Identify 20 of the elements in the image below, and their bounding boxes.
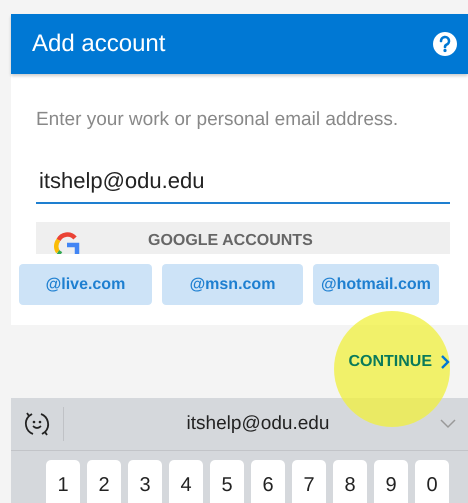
keyboard-suggestion[interactable]: itshelp@odu.edu (186, 413, 330, 435)
keyboard-key[interactable]: 0 (415, 460, 449, 503)
keyboard-key[interactable]: 9 (374, 460, 408, 503)
keyboard-key[interactable]: 2 (87, 460, 121, 503)
emoji-refresh-icon[interactable] (23, 410, 51, 438)
keyboard-key[interactable]: 4 (169, 460, 203, 503)
keyboard-key[interactable]: 7 (292, 460, 326, 503)
keyboard-key[interactable]: 1 (46, 460, 80, 503)
keyboard-key[interactable]: 6 (251, 460, 285, 503)
help-icon[interactable] (432, 31, 458, 57)
email-field[interactable]: itshelp@odu.edu (36, 168, 450, 204)
keyboard-key[interactable]: 8 (333, 460, 367, 503)
continue-button[interactable]: CONTINUE (348, 352, 450, 370)
google-g-icon (54, 232, 80, 254)
keyboard-key[interactable]: 5 (210, 460, 244, 503)
keyboard-key[interactable]: 3 (128, 460, 162, 503)
instruction-text: Enter your work or personal email address. (36, 108, 400, 132)
chevron-icon (440, 354, 450, 370)
header-title: Add account (32, 30, 166, 58)
google-accounts-button[interactable]: GOOGLE ACCOUNTS (36, 222, 450, 254)
